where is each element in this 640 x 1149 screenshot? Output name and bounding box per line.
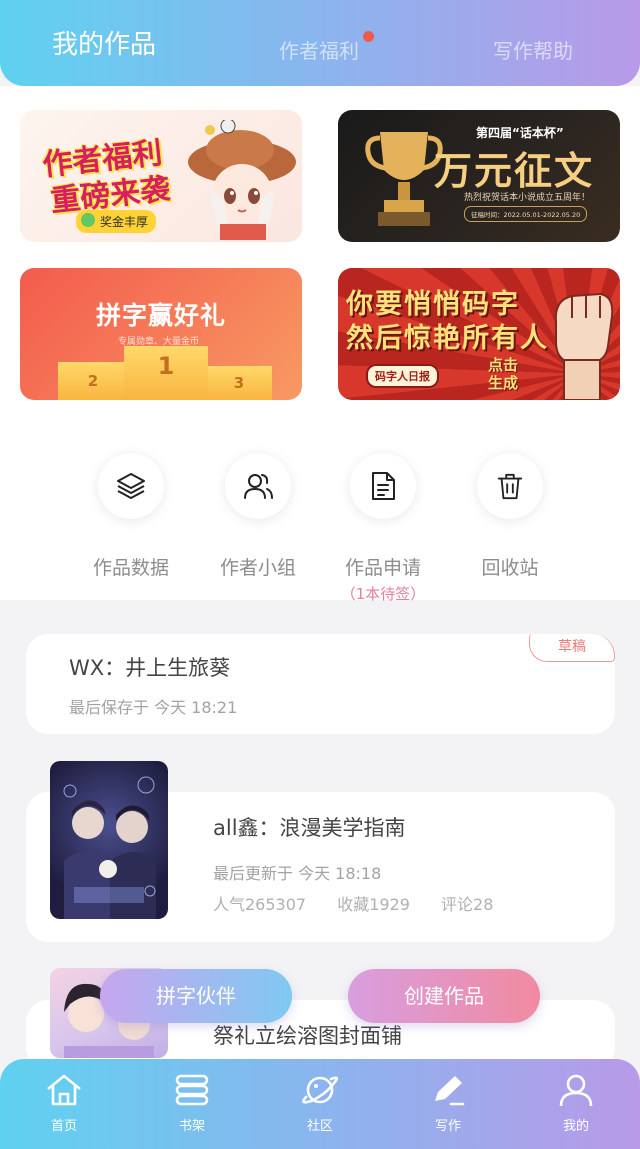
nav-label: 社区	[306, 1119, 333, 1134]
podium-first: 1	[124, 346, 208, 400]
contest-title: 万元征文	[434, 149, 595, 193]
trash-icon	[497, 473, 523, 500]
planet-icon	[302, 1076, 339, 1104]
contest-subtitle: 热烈祝贺话本小说成立五周年！	[464, 193, 591, 203]
action-label: 作者小组	[219, 557, 296, 579]
action-circle[interactable]	[98, 453, 164, 519]
daily-headline-2: 然后惊艳所有人	[346, 323, 549, 354]
popularity-stat: 人气265307	[213, 895, 307, 914]
page: 我的作品 作者福利 写作帮助 作者福利 重磅来袭 奖金丰厚 第四届“话本杯” 万…	[0, 0, 640, 1149]
banner-grid: 作者福利 重磅来袭 奖金丰厚 第四届“话本杯” 万元征文 热烈祝贺话本小说成立五…	[0, 86, 640, 400]
nav-label: 写作	[434, 1119, 461, 1134]
action-circle[interactable]	[477, 453, 543, 519]
bottom-nav: 首页 书架 社区 写作 我的	[0, 1059, 640, 1149]
contest-date: 征稿时间：2022.05.01-2022.05.20	[464, 206, 588, 222]
nav-write[interactable]: 写作	[403, 1073, 493, 1134]
group-icon	[244, 474, 273, 499]
layers-icon	[117, 473, 145, 499]
work-title: all鑫：浪漫美学指南	[213, 816, 406, 840]
daily-cta-2: 生成	[488, 374, 519, 392]
home-icon	[47, 1074, 81, 1106]
work-title: 祭礼立绘溶图封面铺	[213, 1024, 402, 1048]
nav-home[interactable]: 首页	[19, 1073, 109, 1134]
quick-actions: 作品数据 作者小组 作品申请 （1本待签） 回收站	[0, 400, 640, 603]
podium-second: 2	[58, 362, 128, 400]
raised-fist-illustration	[554, 292, 614, 400]
banner-essay-contest[interactable]: 第四届“话本杯” 万元征文 热烈祝贺话本小说成立五周年！ 征稿时间：2022.0…	[338, 110, 620, 242]
typing-partner-button[interactable]: 拼字伙伴	[100, 969, 292, 1023]
banner-author-benefits[interactable]: 作者福利 重磅来袭 奖金丰厚	[20, 110, 302, 242]
book-cover[interactable]	[50, 761, 168, 919]
action-label: 回收站	[481, 557, 539, 579]
top-tab-bar: 我的作品 作者福利 写作帮助	[0, 0, 640, 86]
user-icon	[559, 1074, 593, 1107]
trophy-icon	[365, 132, 443, 226]
nav-bookshelf[interactable]: 书架	[147, 1073, 237, 1134]
pen-icon	[435, 1076, 465, 1106]
contest-edition: 第四届“话本杯”	[476, 126, 564, 140]
action-works-application[interactable]: 作品申请 （1本待签）	[318, 453, 448, 604]
daily-report-pill: 码字人日报	[366, 364, 439, 388]
document-icon	[372, 472, 395, 500]
nav-profile[interactable]: 我的	[531, 1073, 621, 1134]
work-stats: 人气265307 收藏1929 评论28	[213, 891, 519, 915]
action-works-data[interactable]: 作品数据	[66, 453, 196, 580]
pending-count: （1本待签）	[340, 585, 426, 603]
typing-rewards-title: 拼字赢好礼	[96, 301, 227, 330]
nav-label: 我的	[562, 1119, 589, 1134]
comments-stat: 评论28	[441, 895, 494, 914]
action-author-group[interactable]: 作者小组	[193, 453, 323, 580]
cover-illustration	[63, 776, 156, 919]
draft-tag: 草稿	[529, 634, 615, 662]
tab-writing-help[interactable]: 写作帮助	[493, 35, 573, 64]
banner-typing-daily[interactable]: 你要悄悄码字 然后惊艳所有人 码字人日报 点击 生成	[338, 268, 620, 400]
nav-community[interactable]: 社区	[275, 1073, 365, 1134]
banner-typing-rewards[interactable]: 拼字赢好礼 专属勋章、大量金币 2 3 1	[20, 268, 302, 400]
notification-dot	[363, 31, 374, 42]
work-card-draft[interactable]: 草稿 WX：井上生旅葵 最后保存于 今天 18:21	[26, 634, 615, 734]
banner-badge: 奖金丰厚	[76, 210, 157, 233]
tab-author-benefits[interactable]: 作者福利	[279, 35, 359, 64]
action-circle[interactable]	[225, 453, 291, 519]
nav-label: 首页	[50, 1119, 77, 1134]
bookshelf-icon	[175, 1074, 209, 1106]
action-recycle-bin[interactable]: 回收站	[445, 453, 575, 580]
favorites-stat: 收藏1929	[337, 895, 410, 914]
nav-label: 书架	[178, 1119, 205, 1134]
action-circle[interactable]	[350, 453, 416, 519]
tab-my-works[interactable]: 我的作品	[52, 24, 156, 61]
action-label: 作品数据	[92, 557, 169, 579]
last-saved: 最后保存于 今天 18:21	[69, 698, 238, 717]
anime-girl-illustration	[188, 120, 296, 240]
last-updated: 最后更新于 今天 18:18	[213, 864, 382, 883]
action-label: 作品申请	[344, 557, 421, 579]
work-title: WX：井上生旅葵	[69, 656, 231, 680]
create-work-button[interactable]: 创建作品	[348, 969, 540, 1023]
podium-third: 3	[206, 366, 272, 400]
